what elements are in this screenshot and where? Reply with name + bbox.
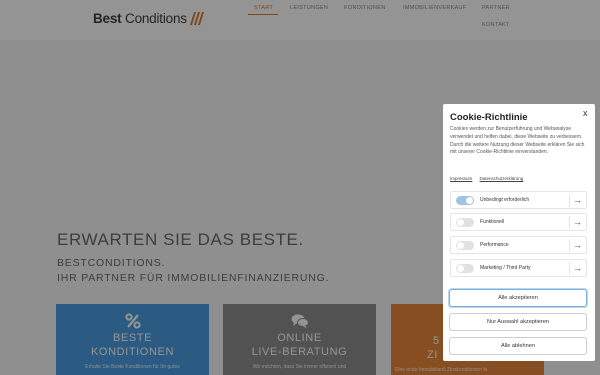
option-label: Funktionell [480,219,505,225]
cookie-option-functional[interactable]: Funktionell → [450,213,587,231]
page: Best Conditions START LEISTUNGEN KONDITI… [0,0,600,375]
divider [569,239,570,252]
toggle-performance[interactable] [456,241,474,250]
accept-selection-button[interactable]: Nur Auswahl akzeptieren [449,313,587,331]
cookie-dialog: x Cookie-Richtlinie Cookies werden zur B… [443,104,595,361]
option-label: Marketing / Third Party [480,265,531,271]
cookie-dialog-text: Cookies werden zur Benutzerführung und W… [450,126,585,156]
toggle-functional[interactable] [456,218,474,227]
cookie-dialog-title: Cookie-Richtlinie [450,112,528,123]
toggle-marketing[interactable] [456,264,474,273]
arrow-right-icon[interactable]: → [573,216,582,228]
divider [569,262,570,275]
cookie-option-necessary[interactable]: Unbedingt erforderlich → [450,191,587,209]
imprint-link[interactable]: Impressum [450,176,472,181]
toggle-knob [457,242,464,249]
divider [569,216,570,229]
cookie-links: Impressum Datenschutzerklärung [450,176,529,181]
privacy-link[interactable]: Datenschutzerklärung [480,176,524,181]
cookie-option-performance[interactable]: Performance → [450,236,587,254]
toggle-knob [457,265,464,272]
accept-all-button[interactable]: Alle akzeptieren [449,289,587,307]
arrow-right-icon[interactable]: → [573,194,582,206]
toggle-knob [466,197,473,204]
cookie-option-marketing[interactable]: Marketing / Third Party → [450,259,587,277]
arrow-right-icon[interactable]: → [573,239,582,251]
toggle-necessary[interactable] [456,196,474,205]
toggle-knob [457,219,464,226]
arrow-right-icon[interactable]: → [573,262,582,274]
divider [569,194,570,207]
close-button[interactable]: x [583,108,588,118]
option-label: Performance [480,242,509,248]
option-label: Unbedingt erforderlich [480,197,530,203]
reject-all-button[interactable]: Alle ablehnen [449,337,587,355]
